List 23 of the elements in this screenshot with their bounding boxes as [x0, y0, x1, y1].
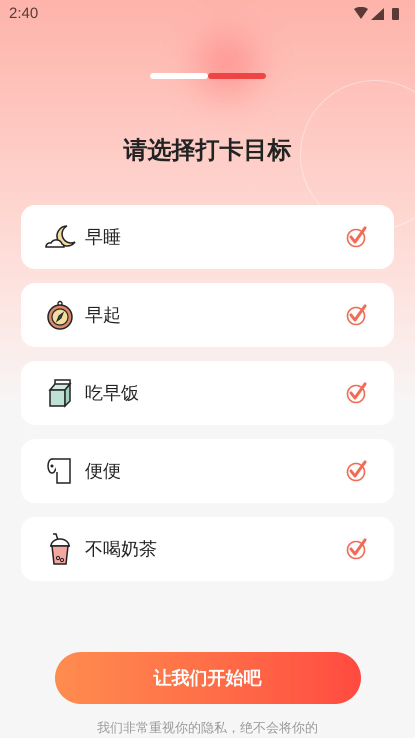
goal-label: 吃早饭	[85, 382, 139, 404]
check-icon[interactable]	[346, 303, 368, 327]
goal-label: 不喝奶茶	[85, 538, 157, 560]
goal-card[interactable]: 便便	[21, 439, 394, 503]
check-icon[interactable]	[346, 459, 368, 483]
goal-card[interactable]: 吃早饭	[21, 361, 394, 425]
check-icon[interactable]	[346, 537, 368, 561]
goal-card[interactable]: 不喝奶茶	[21, 517, 394, 581]
status-time: 2:40	[9, 4, 38, 24]
toilet-roll-icon	[46, 457, 74, 485]
check-icon[interactable]	[346, 225, 368, 249]
goal-card[interactable]: 早起	[21, 283, 394, 347]
check-icon[interactable]	[346, 381, 368, 405]
goal-label: 早睡	[85, 226, 121, 248]
goal-label: 便便	[85, 460, 121, 482]
goal-label: 早起	[85, 304, 121, 326]
moon-cloud-icon	[43, 223, 77, 251]
milk-carton-icon	[47, 378, 73, 408]
goal-card[interactable]: 早睡	[21, 205, 394, 269]
privacy-note: 我们非常重视你的隐私，绝不会将你的	[96, 720, 319, 736]
bubble-tea-icon	[47, 532, 73, 566]
compass-icon	[46, 300, 74, 330]
page-title: 请选择打卡目标	[122, 136, 292, 166]
